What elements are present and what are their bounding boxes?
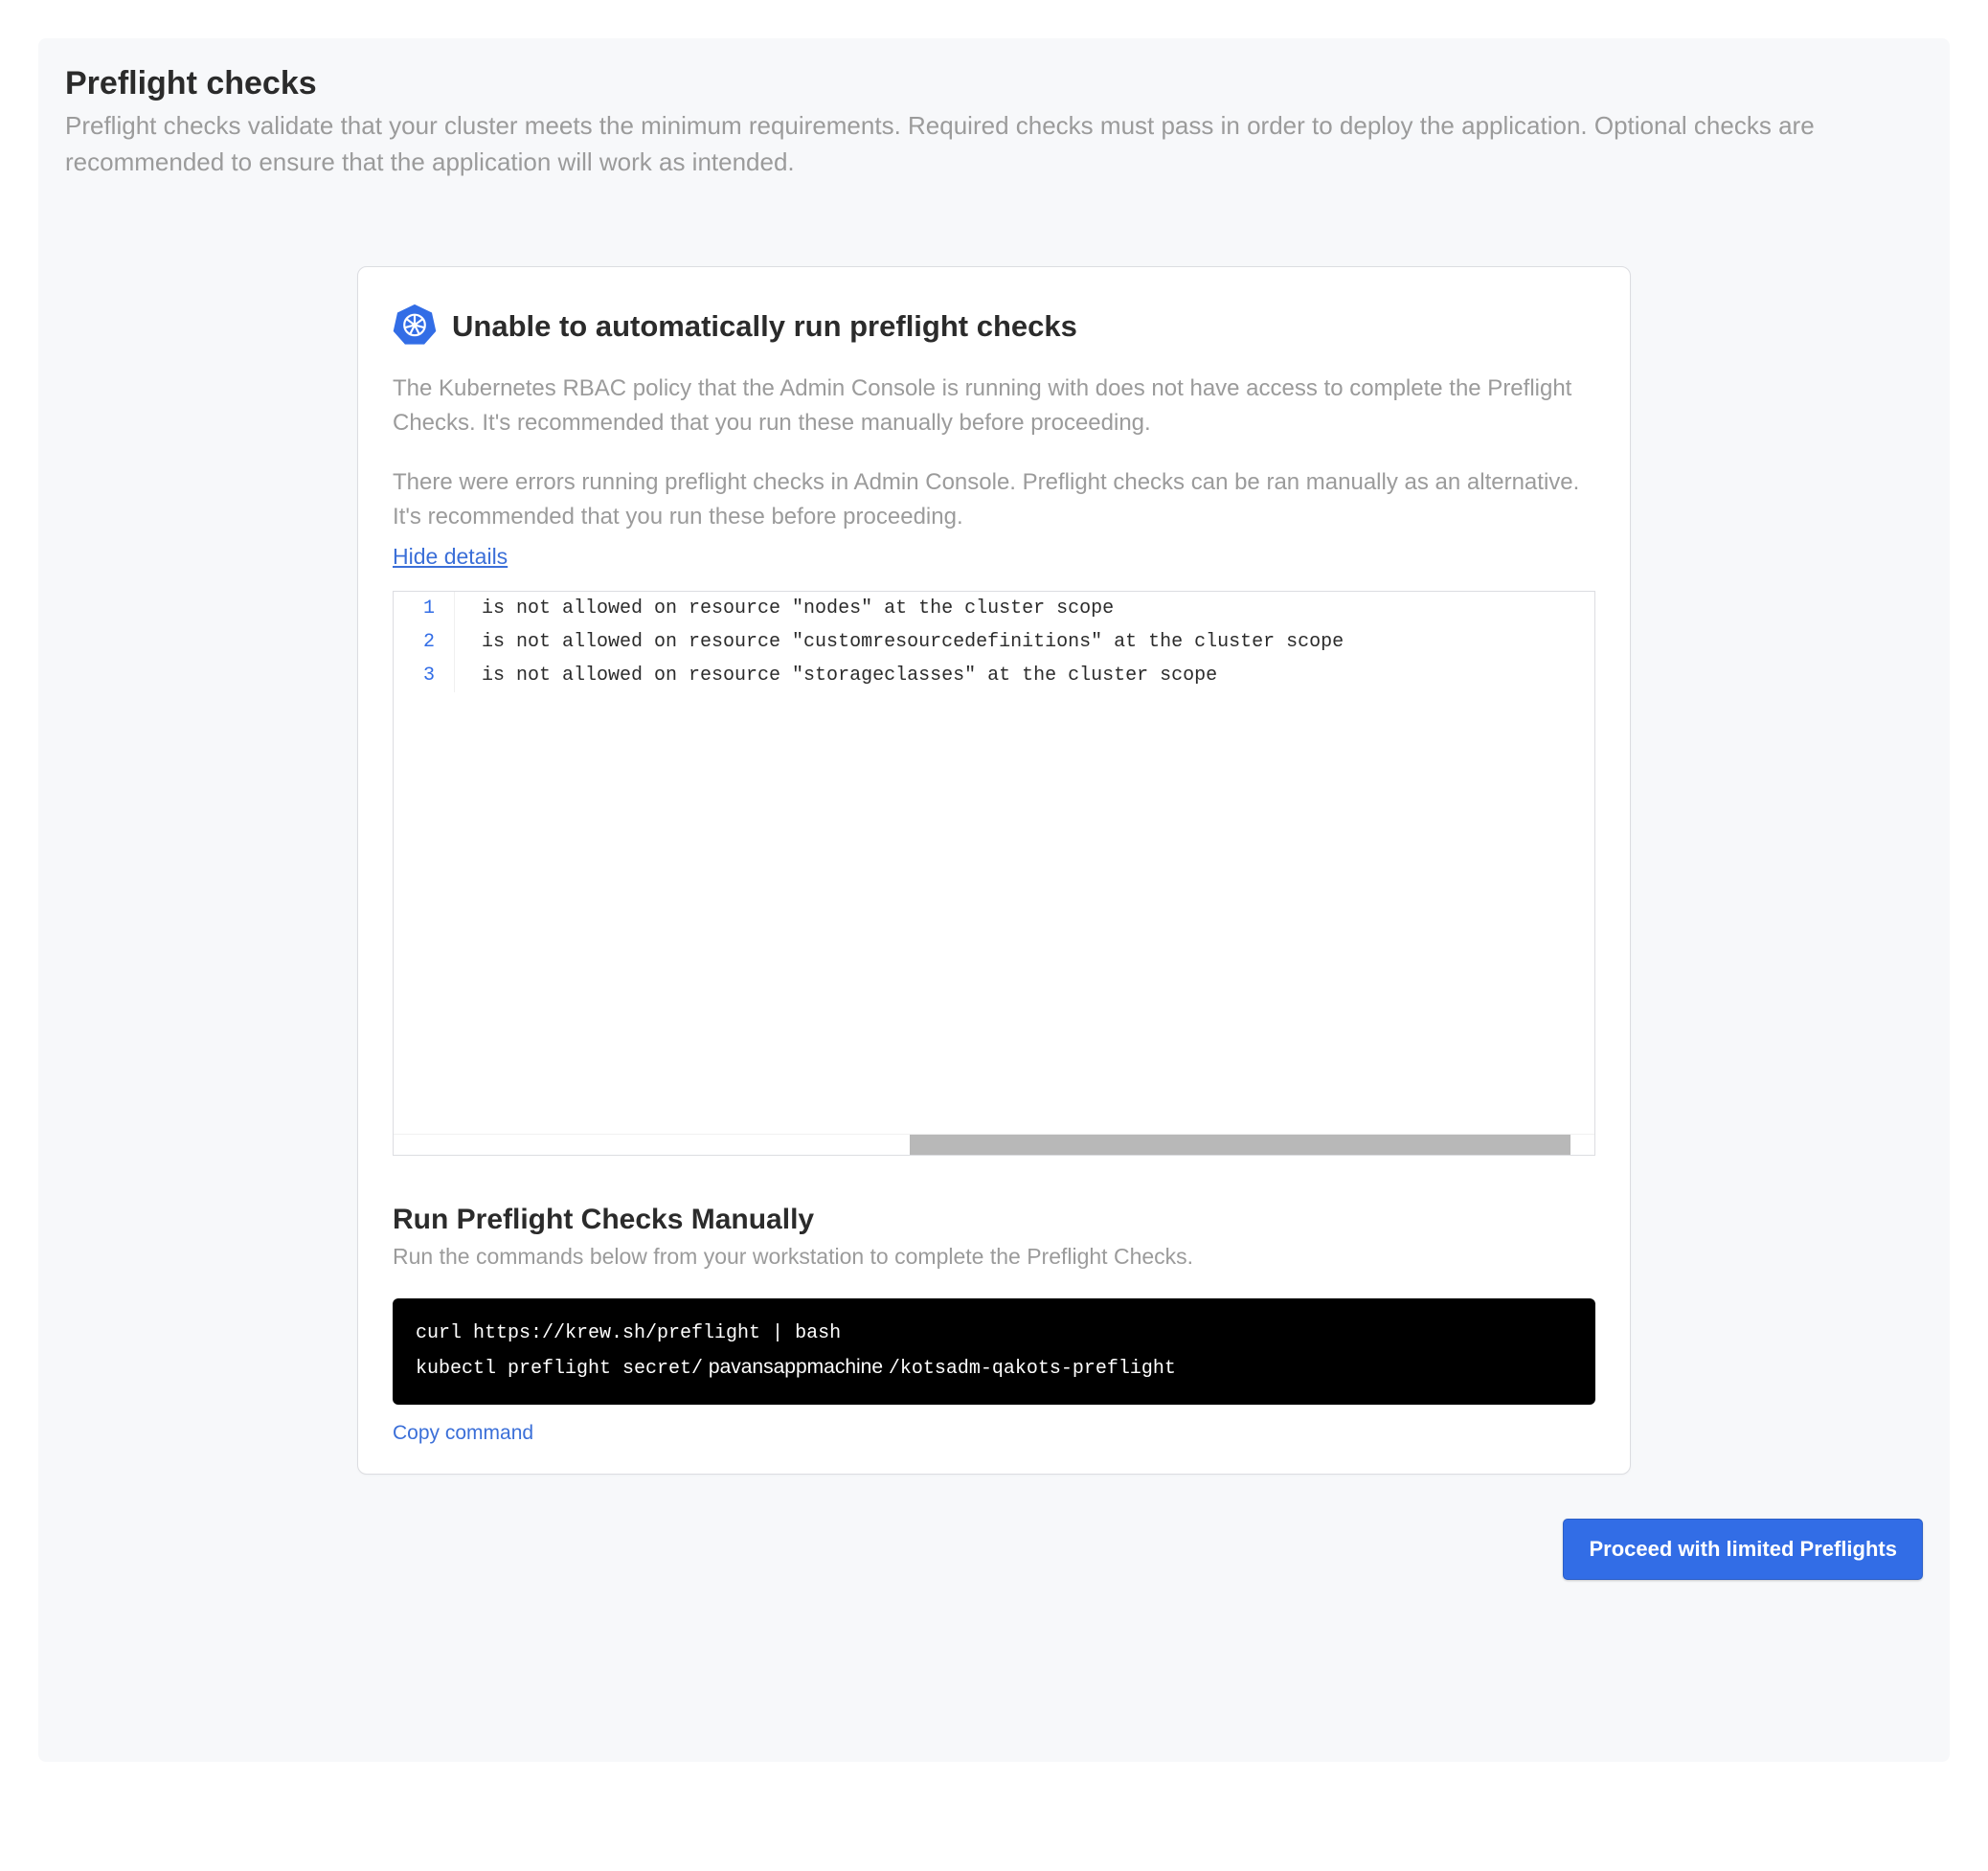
error-explanation: There were errors running preflight chec… bbox=[393, 465, 1595, 534]
footer-actions: Proceed with limited Preflights bbox=[65, 1519, 1923, 1580]
warning-title: Unable to automatically run preflight ch… bbox=[452, 309, 1077, 344]
line-number: 2 bbox=[394, 625, 455, 659]
proceed-button[interactable]: Proceed with limited Preflights bbox=[1563, 1519, 1923, 1580]
command-block: curl https://krew.sh/preflight | bash ku… bbox=[393, 1298, 1595, 1405]
kubernetes-icon bbox=[393, 302, 437, 350]
command-line-2-post: /kotsadm-qakots-preflight bbox=[889, 1358, 1176, 1380]
page-title: Preflight checks bbox=[65, 65, 1923, 102]
line-content: is not allowed on resource "storageclass… bbox=[455, 659, 1217, 692]
manual-title: Run Preflight Checks Manually bbox=[393, 1204, 1595, 1236]
manual-description: Run the commands below from your worksta… bbox=[393, 1244, 1595, 1270]
horizontal-scrollbar[interactable] bbox=[394, 1134, 1594, 1155]
error-line: 2 is not allowed on resource "customreso… bbox=[394, 625, 1594, 659]
preflight-warning-card: Unable to automatically run preflight ch… bbox=[357, 266, 1631, 1475]
rbac-explanation: The Kubernetes RBAC policy that the Admi… bbox=[393, 372, 1595, 440]
line-number: 3 bbox=[394, 659, 455, 692]
manual-run-section: Run Preflight Checks Manually Run the co… bbox=[393, 1204, 1595, 1445]
error-details-viewer: 1 is not allowed on resource "nodes" at … bbox=[393, 591, 1595, 1156]
copy-command-link[interactable]: Copy command bbox=[393, 1422, 533, 1445]
line-content: is not allowed on resource "customresour… bbox=[455, 625, 1344, 659]
command-namespace: pavansappmachine bbox=[703, 1356, 889, 1378]
error-line: 1 is not allowed on resource "nodes" at … bbox=[394, 592, 1594, 625]
command-line-2-pre: kubectl preflight secret/ bbox=[416, 1358, 703, 1380]
line-content: is not allowed on resource "nodes" at th… bbox=[455, 592, 1114, 625]
page-description: Preflight checks validate that your clus… bbox=[65, 108, 1923, 180]
hide-details-link[interactable]: Hide details bbox=[393, 544, 508, 570]
preflight-page: Preflight checks Preflight checks valida… bbox=[38, 38, 1950, 1762]
command-line-1: curl https://krew.sh/preflight | bash bbox=[416, 1322, 841, 1344]
error-line: 3 is not allowed on resource "storagecla… bbox=[394, 659, 1594, 692]
error-lines: 1 is not allowed on resource "nodes" at … bbox=[394, 592, 1594, 1134]
scrollbar-thumb[interactable] bbox=[910, 1135, 1570, 1155]
line-number: 1 bbox=[394, 592, 455, 625]
card-header: Unable to automatically run preflight ch… bbox=[393, 302, 1595, 350]
